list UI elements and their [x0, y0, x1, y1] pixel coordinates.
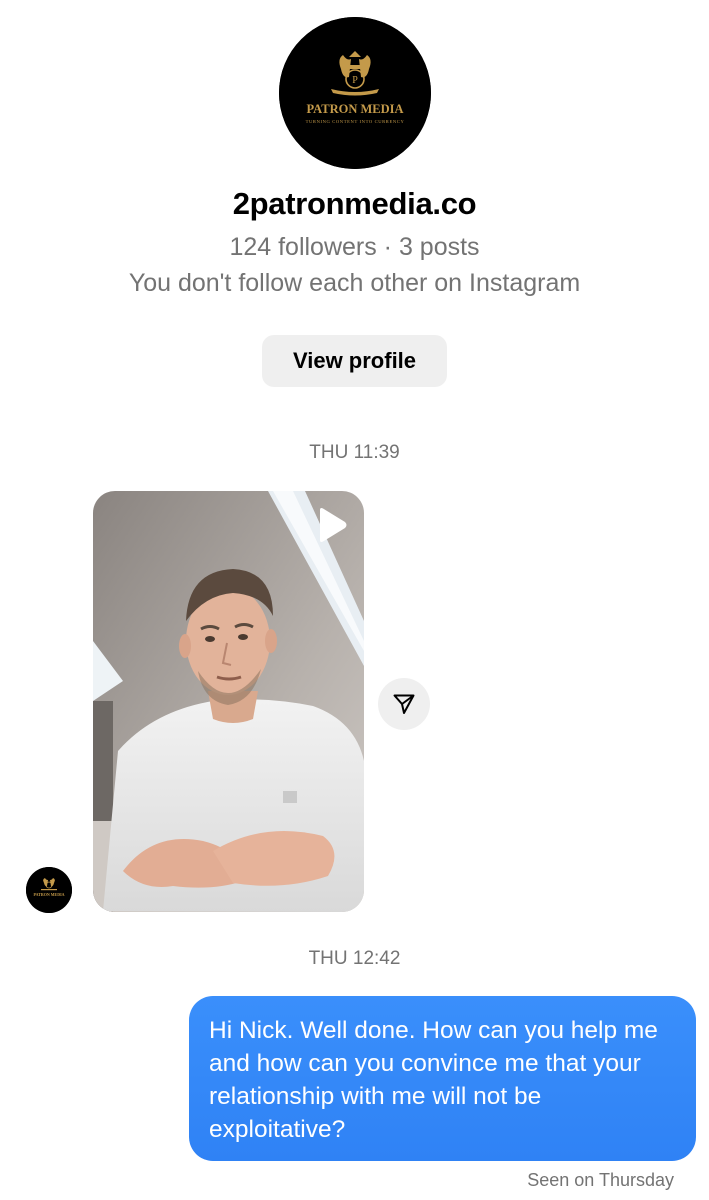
svg-text:PATRON MEDIA: PATRON MEDIA: [33, 892, 64, 897]
shared-video-message[interactable]: [93, 491, 364, 912]
play-icon[interactable]: [310, 505, 350, 545]
video-thumbnail: [93, 491, 364, 912]
profile-username: 2patronmedia.co: [232, 186, 477, 221]
follow-status-note: You don't follow each other on Instagram: [128, 269, 581, 297]
crest-logo-icon: P PATRON MEDIA TURNING CONTENT INTO CURR…: [279, 17, 431, 169]
outgoing-message-bubble[interactable]: Hi Nick. Well done. How can you help me …: [189, 996, 696, 1161]
message-timestamp: THU 12:42: [308, 948, 401, 969]
sender-avatar[interactable]: PATRON MEDIA: [26, 867, 72, 913]
logo-tagline: TURNING CONTENT INTO CURRENCY: [306, 119, 405, 124]
seen-status: Seen on Thursday: [527, 1170, 674, 1190]
logo-text: PATRON MEDIA: [306, 102, 403, 116]
share-button[interactable]: [378, 678, 430, 730]
profile-stats: 124 followers · 3 posts: [229, 233, 480, 261]
svg-text:P: P: [352, 75, 358, 86]
crest-logo-icon: PATRON MEDIA: [26, 867, 72, 913]
paper-plane-icon: [393, 694, 415, 714]
profile-avatar[interactable]: P PATRON MEDIA TURNING CONTENT INTO CURR…: [279, 17, 431, 169]
message-timestamp: THU 11:39: [309, 442, 400, 463]
view-profile-button[interactable]: View profile: [262, 335, 447, 387]
